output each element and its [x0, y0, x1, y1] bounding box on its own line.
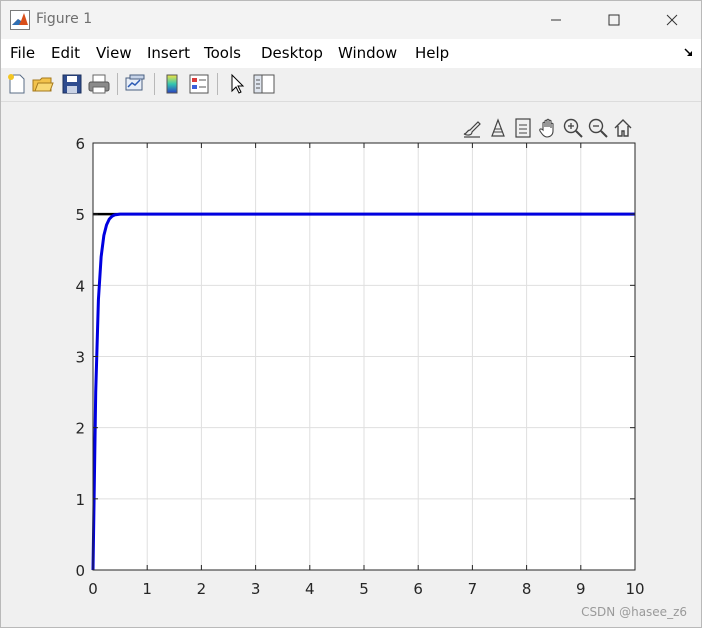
y-tick-label: 3 — [75, 349, 85, 367]
y-tick-label: 2 — [75, 420, 85, 438]
x-tick-label: 5 — [359, 580, 369, 598]
y-tick-label: 1 — [75, 491, 85, 509]
y-tick-label: 6 — [75, 135, 85, 153]
watermark-text: CSDN @hasee_z6 — [581, 605, 687, 619]
x-tick-label: 3 — [251, 580, 261, 598]
x-tick-label: 8 — [522, 580, 532, 598]
x-tick-label: 4 — [305, 580, 315, 598]
y-tick-label: 5 — [75, 206, 85, 224]
x-tick-label: 1 — [142, 580, 152, 598]
x-tick-label: 7 — [468, 580, 478, 598]
x-tick-label: 0 — [88, 580, 98, 598]
y-tick-label: 4 — [75, 277, 85, 295]
x-tick-label: 9 — [576, 580, 586, 598]
x-tick-label: 2 — [197, 580, 207, 598]
x-tick-label: 6 — [413, 580, 423, 598]
plot-canvas[interactable]: 0 1 2 3 4 5 6 7 8 9 10 0 1 2 3 4 5 6 — [1, 1, 701, 627]
x-tick-label: 10 — [625, 580, 644, 598]
y-tick-label: 0 — [75, 562, 85, 580]
figure-window: Figure 1 File Edit View Insert Tools Des… — [0, 0, 702, 628]
